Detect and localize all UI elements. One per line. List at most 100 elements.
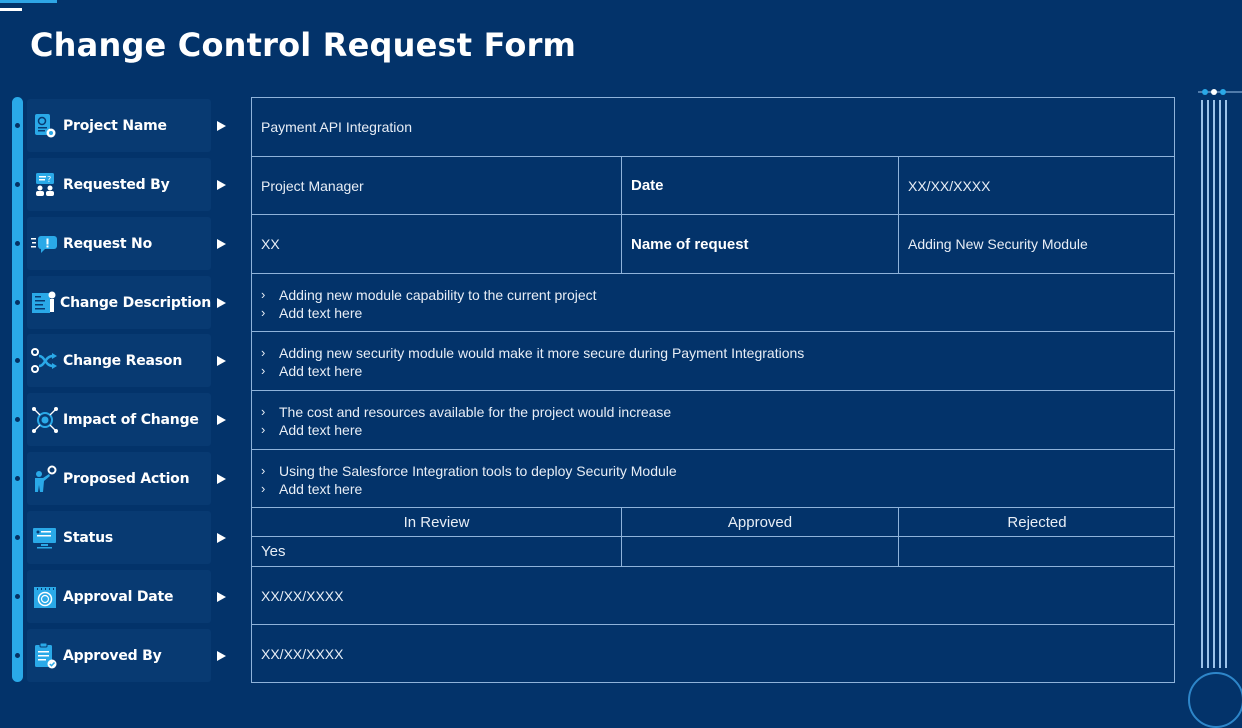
row-approval-date: XX/XX/XXXX xyxy=(252,567,1174,625)
row-status-headers: In Review Approved Rejected xyxy=(252,508,1174,537)
list-item: › The cost and resources available for th… xyxy=(261,403,671,421)
arrow-right-icon xyxy=(217,651,226,661)
sidebar-item-label: Change Reason xyxy=(63,352,183,369)
status-header-in-review: In Review xyxy=(403,513,470,531)
row-approved-by: XX/XX/XXXX xyxy=(252,625,1174,682)
chevron-right-icon: › xyxy=(261,463,266,478)
rail-dot xyxy=(15,123,20,128)
person-gear-icon xyxy=(30,464,60,494)
proposed-action-list: › Using the Salesforce Integration tools … xyxy=(261,462,677,498)
bullet-text: Using the Salesforce Integration tools t… xyxy=(279,463,677,479)
list-item: › Add text here xyxy=(261,421,671,439)
name-of-request-value[interactable]: Adding New Security Module xyxy=(898,215,1175,273)
bullet-text: Adding new security module would make it… xyxy=(279,345,805,361)
rail-dot xyxy=(15,476,20,481)
list-item: › Adding new security module would make i… xyxy=(261,344,804,362)
chevron-right-icon: › xyxy=(261,422,266,437)
sidebar-item-project-name[interactable]: Project Name xyxy=(15,99,226,152)
page-title: Change Control Request Form xyxy=(30,26,577,64)
sidebar-item-label: Approved By xyxy=(63,647,162,664)
arrow-right-icon xyxy=(217,121,226,131)
row-request-no: XX Name of request Adding New Security M… xyxy=(252,215,1174,274)
sidebar-item-change-description[interactable]: Change Description xyxy=(15,276,226,329)
list-item: › Add text here xyxy=(261,304,597,322)
rail-dot xyxy=(15,417,20,422)
chevron-right-icon: › xyxy=(261,287,266,302)
row-impact-of-change[interactable]: › The cost and resources available for th… xyxy=(252,391,1174,450)
speech-bubble-exclamation-icon xyxy=(30,229,60,259)
arrow-right-icon xyxy=(217,533,226,543)
status-approved-value[interactable] xyxy=(621,537,898,566)
sidebar-item-label: Requested By xyxy=(63,176,170,193)
sidebar-item-approved-by[interactable]: Approved By xyxy=(15,629,226,682)
arrow-right-icon xyxy=(217,415,226,425)
bullet-text: The cost and resources available for the… xyxy=(279,404,672,420)
change-reason-list: › Adding new security module would make i… xyxy=(261,344,804,380)
arrow-right-icon xyxy=(217,592,226,602)
project-document-gear-icon xyxy=(30,111,60,141)
date-label: Date xyxy=(621,157,898,214)
list-item: › Adding new module capability to the cur… xyxy=(261,286,597,304)
status-in-review-value[interactable]: Yes xyxy=(252,537,621,566)
rail-dot xyxy=(15,535,20,540)
arrow-right-icon xyxy=(217,239,226,249)
status-header-approved: Approved xyxy=(621,508,898,536)
bullet-text: Adding new module capability to the curr… xyxy=(279,287,597,303)
name-of-request-label: Name of request xyxy=(621,215,898,273)
row-status-values: Yes xyxy=(252,537,1174,567)
arrow-right-icon xyxy=(217,356,226,366)
decorative-dots xyxy=(1198,89,1242,95)
approval-date-value[interactable]: XX/XX/XXXX xyxy=(252,567,1174,624)
clipboard-check-icon xyxy=(30,641,60,671)
chevron-right-icon: › xyxy=(261,404,266,419)
status-rejected-value[interactable] xyxy=(898,537,1175,566)
arrow-right-icon xyxy=(217,474,226,484)
rail-dot xyxy=(15,594,20,599)
svg-text:?: ? xyxy=(47,175,51,184)
request-form-table: Payment API Integration Project Manager … xyxy=(251,97,1175,683)
row-change-description[interactable]: › Adding new module capability to the cur… xyxy=(252,274,1174,332)
row-change-reason[interactable]: › Adding new security module would make i… xyxy=(252,332,1174,391)
row-project-name: Payment API Integration xyxy=(252,98,1174,157)
sidebar-item-request-no[interactable]: Request No xyxy=(15,217,226,270)
document-pen-icon xyxy=(30,288,57,318)
request-no-value[interactable]: XX xyxy=(252,215,621,273)
sidebar-item-label: Change Description xyxy=(60,294,211,311)
shuffle-gears-icon xyxy=(30,346,60,376)
list-item: › Add text here xyxy=(261,480,677,498)
requested-by-value[interactable]: Project Manager xyxy=(252,157,621,214)
sidebar-item-label: Project Name xyxy=(63,117,167,134)
date-value[interactable]: XX/XX/XXXX xyxy=(898,157,1175,214)
sidebar-item-change-reason[interactable]: Change Reason xyxy=(15,334,226,387)
chevron-right-icon: › xyxy=(261,363,266,378)
change-description-list: › Adding new module capability to the cur… xyxy=(261,286,597,322)
chevron-right-icon: › xyxy=(261,481,266,496)
list-item: › Add text here xyxy=(261,362,804,380)
calendar-icon xyxy=(30,582,60,612)
arrow-right-icon xyxy=(217,298,226,308)
bullet-text: Add text here xyxy=(279,481,363,497)
bullet-text: Add text here xyxy=(279,305,363,321)
sidebar-item-impact-of-change[interactable]: Impact of Change xyxy=(15,393,226,446)
sidebar-item-label: Proposed Action xyxy=(63,470,190,487)
rail-dot xyxy=(15,241,20,246)
decorative-vertical-lines xyxy=(1201,100,1227,668)
monitor-icon xyxy=(30,523,60,553)
arrow-right-icon xyxy=(217,180,226,190)
approved-by-value[interactable]: XX/XX/XXXX xyxy=(252,625,1174,682)
sidebar-item-label: Request No xyxy=(63,235,152,252)
decorative-circle xyxy=(1188,672,1242,728)
sidebar-item-approval-date[interactable]: Approval Date xyxy=(15,570,226,623)
project-name-value[interactable]: Payment API Integration xyxy=(252,98,1174,156)
sidebar-item-label: Impact of Change xyxy=(63,411,199,428)
row-proposed-action[interactable]: › Using the Salesforce Integration tools … xyxy=(252,450,1174,508)
top-accent-bar-short xyxy=(0,8,22,11)
sidebar-item-label: Approval Date xyxy=(63,588,174,605)
sidebar-item-proposed-action[interactable]: Proposed Action xyxy=(15,452,226,505)
sidebar-item-label: Status xyxy=(63,529,114,546)
bullet-text: Add text here xyxy=(279,422,363,438)
chevron-right-icon: › xyxy=(261,305,266,320)
sidebar-item-status[interactable]: Status xyxy=(15,511,226,564)
chevron-right-icon: › xyxy=(261,345,266,360)
sidebar-item-requested-by[interactable]: ? Requested By xyxy=(15,158,226,211)
